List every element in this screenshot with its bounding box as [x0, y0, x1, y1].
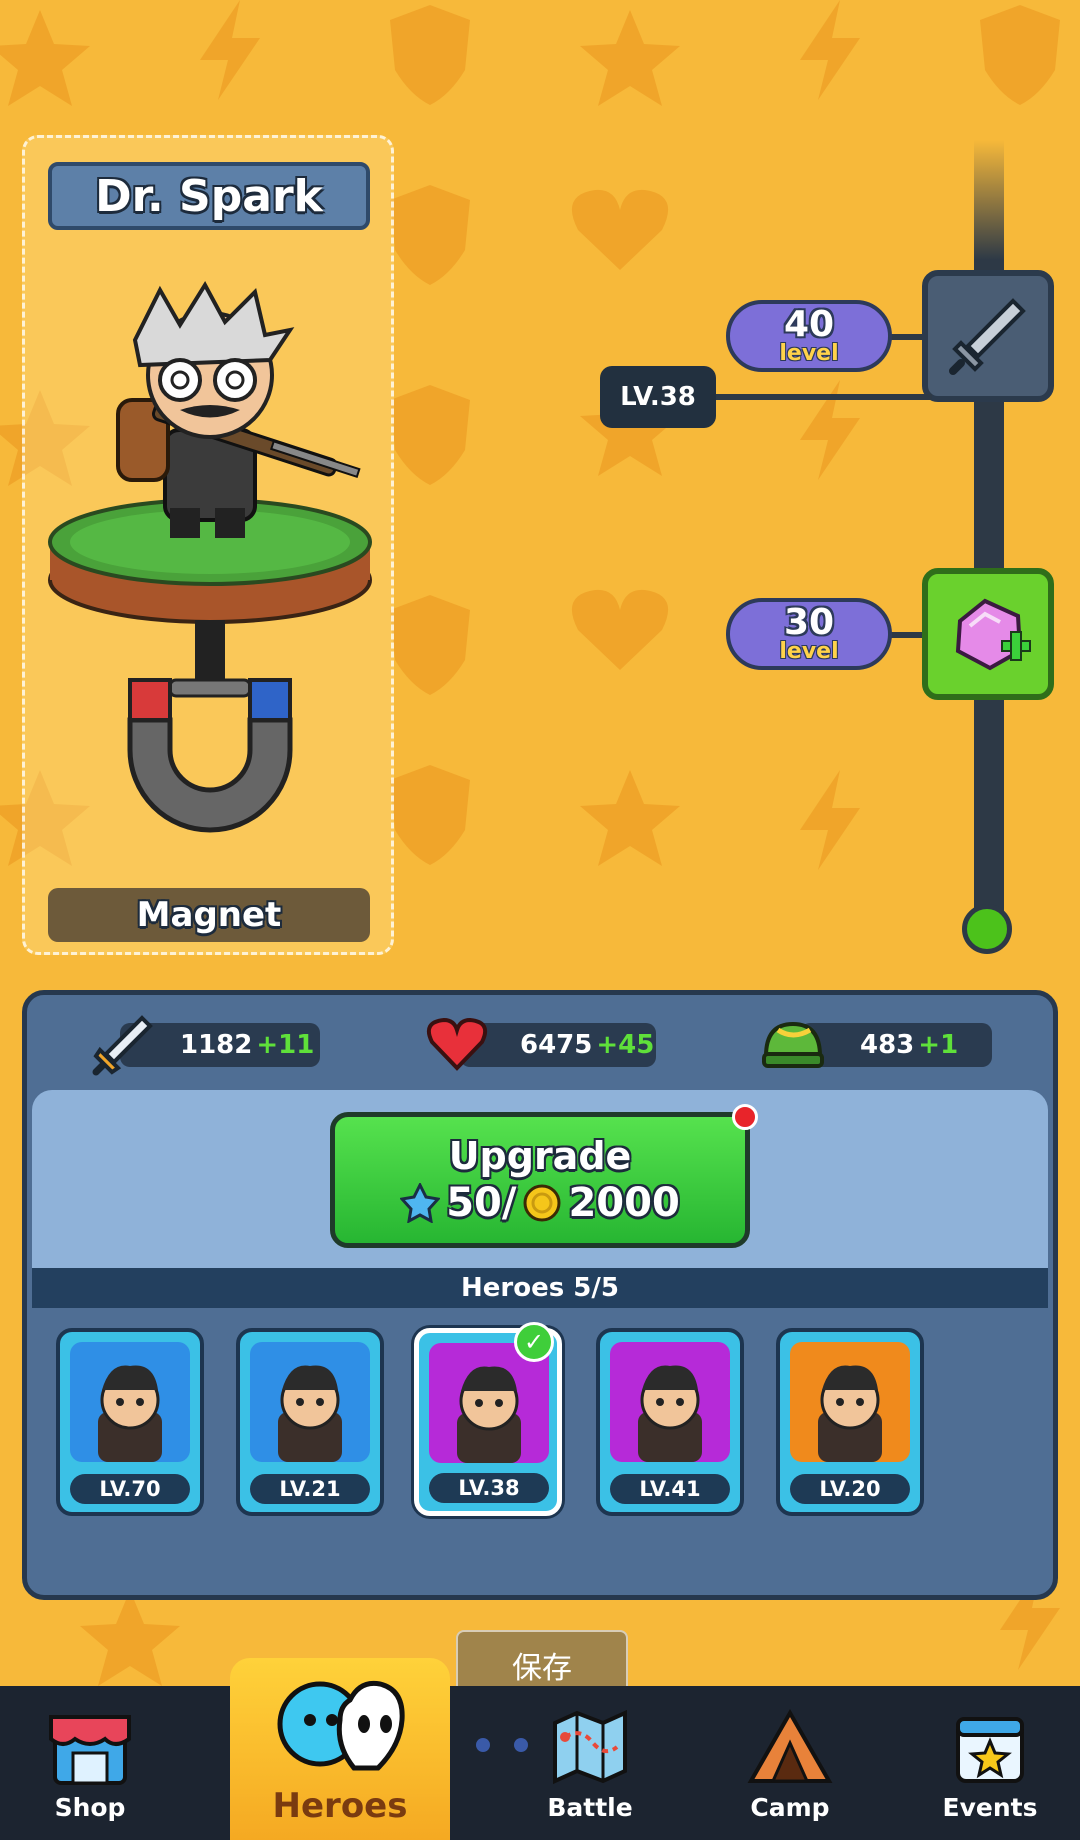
level-track-fade: [974, 140, 1004, 260]
hero-portrait: [250, 1342, 370, 1462]
health-value: 6475: [520, 1030, 593, 1060]
hero-name: Dr. Spark: [48, 162, 370, 230]
armor-bonus: +1: [918, 1030, 959, 1060]
gem-cost: 50/: [446, 1180, 517, 1226]
nav-camp[interactable]: Camp: [700, 1686, 880, 1840]
reward-gem-box[interactable]: [922, 568, 1054, 700]
milestone-level: 40: [783, 304, 835, 345]
pink-gem-plus-icon: [955, 598, 1031, 671]
check-icon: ✓: [514, 1322, 554, 1362]
milestone-word: level: [779, 341, 839, 366]
weapon-name: Magnet: [48, 888, 370, 942]
health-stat: 6475 +45: [460, 1023, 656, 1067]
calendar-star-icon: [956, 1717, 1024, 1783]
nav-heroes[interactable]: Heroes: [230, 1658, 450, 1840]
hero-portrait: [610, 1342, 730, 1462]
milestone-40: 40 level: [726, 300, 892, 372]
hero-portrait: [70, 1342, 190, 1462]
nav-shop[interactable]: Shop: [0, 1686, 180, 1840]
attack-bonus: +11: [256, 1030, 315, 1060]
upgrade-button[interactable]: Upgrade 50/ 2000: [330, 1112, 750, 1248]
coin-cost: 2000: [568, 1180, 680, 1226]
milestone-word: level: [779, 639, 839, 664]
attack-value: 1182: [180, 1030, 253, 1060]
nav-heroes-label: Heroes: [272, 1786, 408, 1826]
hero-level: LV.21: [250, 1474, 370, 1504]
hero-portrait: [790, 1342, 910, 1462]
blue-gem-icon: [400, 1183, 441, 1223]
nav-battle[interactable]: Battle: [500, 1686, 680, 1840]
pager-dot: [476, 1738, 490, 1752]
map-icon: [553, 1709, 627, 1785]
armor-value: 483: [860, 1030, 915, 1060]
heroes-title: Heroes 5/5: [32, 1268, 1048, 1308]
hero-slot[interactable]: LV.70: [56, 1328, 204, 1516]
level-track-end: [962, 904, 1012, 954]
hero-slot[interactable]: LV.20: [776, 1328, 924, 1516]
helmet-icon: [762, 1021, 824, 1068]
level-track: [974, 140, 1004, 940]
hero-level: LV.41: [610, 1474, 730, 1504]
current-level-connector: [712, 394, 932, 400]
nav-shop-label: Shop: [54, 1793, 126, 1822]
nav-battle-label: Battle: [547, 1793, 633, 1822]
milestone-30: 30 level: [726, 598, 892, 670]
nav-camp-label: Camp: [750, 1793, 830, 1822]
notification-dot: [732, 1104, 758, 1130]
upgrade-cost: 50/ 2000: [400, 1180, 680, 1226]
nav-events-label: Events: [942, 1793, 1038, 1822]
upgrade-label: Upgrade: [448, 1134, 632, 1178]
heart-icon: [427, 1017, 487, 1071]
shop-icon: [49, 1715, 131, 1785]
sword-icon: [949, 298, 1026, 375]
hero-level: LV.70: [70, 1474, 190, 1504]
milestone-level: 30: [783, 602, 835, 643]
current-level-badge: LV.38: [600, 366, 716, 428]
hero-level: LV.20: [790, 1474, 910, 1504]
reward-sword-box[interactable]: [922, 270, 1054, 402]
hero-level: LV.38: [429, 1473, 549, 1503]
heroes-icon: [277, 1680, 405, 1771]
hero-figure: [48, 281, 372, 833]
coin-icon: [523, 1184, 561, 1222]
nav-events[interactable]: Events: [900, 1686, 1080, 1840]
hero-slot[interactable]: LV.41: [596, 1328, 744, 1516]
hero-slot[interactable]: LV.21: [236, 1328, 384, 1516]
tent-icon: [747, 1708, 833, 1783]
armor-stat: 483 +1: [800, 1023, 992, 1067]
health-bonus: +45: [596, 1030, 655, 1060]
sword-icon: [92, 1015, 153, 1076]
